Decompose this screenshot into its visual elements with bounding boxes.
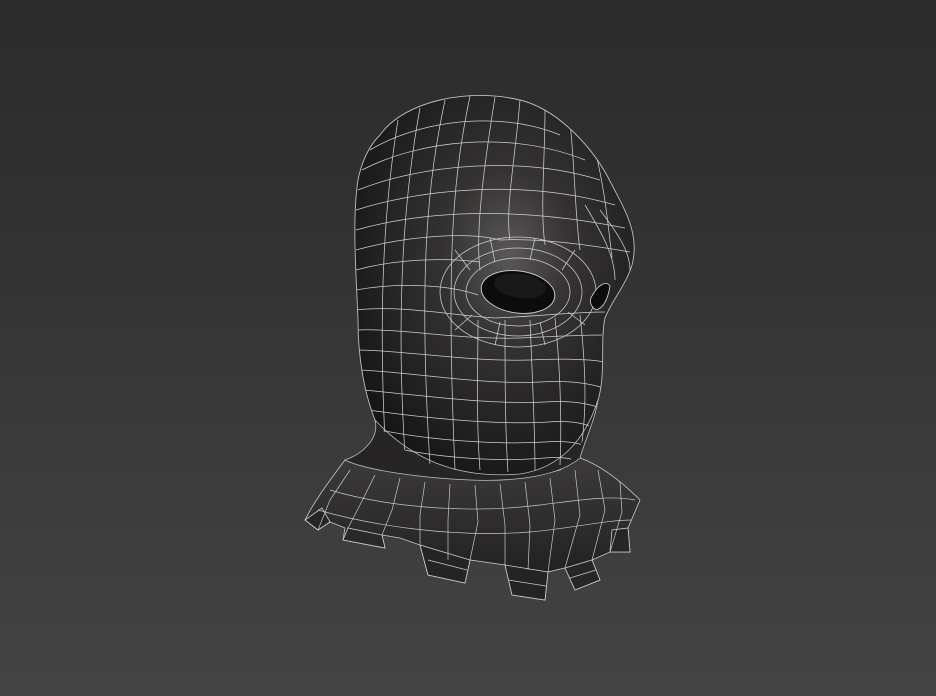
3d-viewport[interactable] xyxy=(0,0,936,696)
head[interactable] xyxy=(343,95,635,481)
mesh-render[interactable] xyxy=(0,0,936,696)
